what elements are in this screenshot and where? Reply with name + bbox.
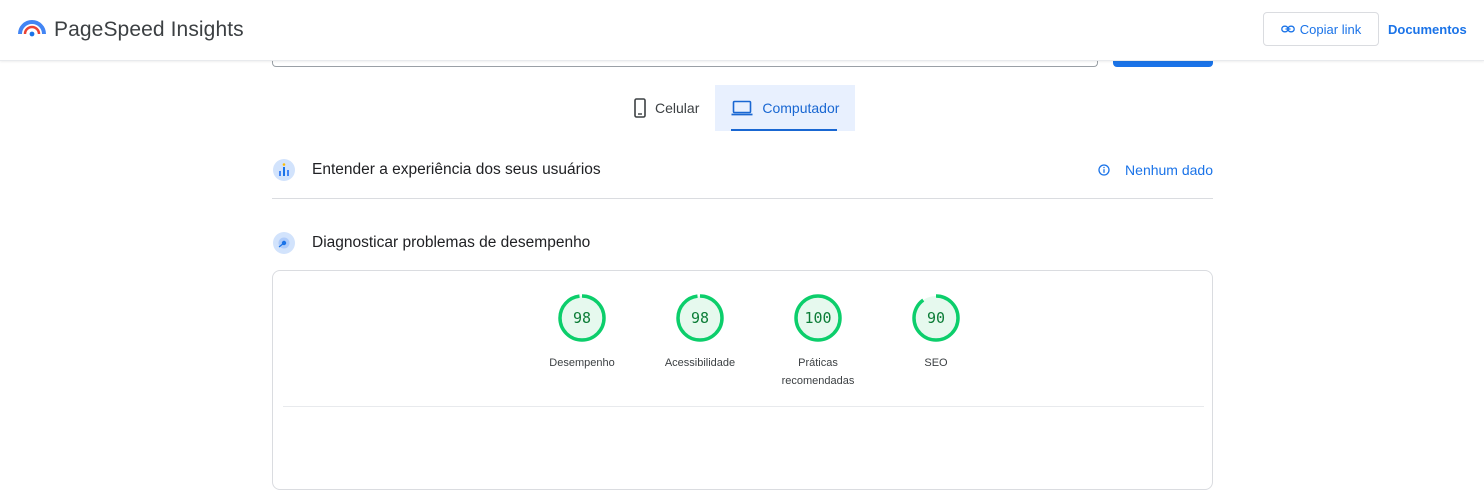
score-label: Práticas recomendadas [781,357,855,387]
score-gauges: 98 Desempenho 98 Acessibilidade 100 Prát… [523,293,995,390]
score-value: 90 [926,309,946,327]
copy-link-button[interactable]: Copiar link [1263,12,1379,46]
lab-data-section: Diagnosticar problemas de desempenho [272,229,1213,257]
score-gauge: 90 [911,293,961,343]
laptop-icon [731,100,753,116]
tab-mobile-label: Celular [655,100,700,116]
score-value: 98 [572,309,592,327]
gauge-accessibility[interactable]: 98 Acessibilidade [641,293,759,390]
score-value: 100 [804,309,832,327]
brand[interactable]: PageSpeed Insights [18,16,244,43]
docs-link[interactable]: Documentos [1388,22,1467,37]
section-divider [272,198,1213,199]
score-label: Acessibilidade [664,357,736,369]
tab-desktop[interactable]: Computador [715,85,856,131]
score-gauge: 98 [557,293,607,343]
lab-data-title: Diagnosticar problemas de desempenho [312,234,591,251]
top-app-bar: PageSpeed Insights Copiar link Documento… [0,0,1484,61]
field-data-section: Entender a experiência dos seus usuários… [272,156,1213,184]
tab-desktop-label: Computador [762,100,840,116]
gauge-seo[interactable]: 90 SEO [877,293,995,390]
scores-card: 98 Desempenho 98 Acessibilidade 100 Prát… [272,270,1213,490]
score-gauge: 98 [675,293,725,343]
brand-name: PageSpeed Insights [54,17,244,41]
users-chart-icon [272,158,296,182]
phone-icon [634,98,646,118]
no-data-status[interactable]: Nenhum dado [1098,162,1213,178]
gauge-best-practices[interactable]: 100 Práticas recomendadas [759,293,877,390]
link-icon [1280,24,1295,34]
gauge-performance[interactable]: 98 Desempenho [523,293,641,390]
copy-link-label: Copiar link [1299,21,1362,37]
score-label: SEO [924,357,948,369]
score-label: Desempenho [549,357,615,369]
diagnostics-icon [272,231,296,255]
tab-mobile[interactable]: Celular [618,85,715,131]
pagespeed-logo-icon [18,16,46,43]
device-tabs: Celular Computador [618,85,856,131]
card-divider [283,406,1204,407]
score-value: 98 [690,309,710,327]
score-gauge: 100 [793,293,843,343]
no-data-label: Nenhum dado [1125,162,1213,178]
field-data-title: Entender a experiência dos seus usuários [312,161,601,178]
info-icon [1098,164,1110,176]
